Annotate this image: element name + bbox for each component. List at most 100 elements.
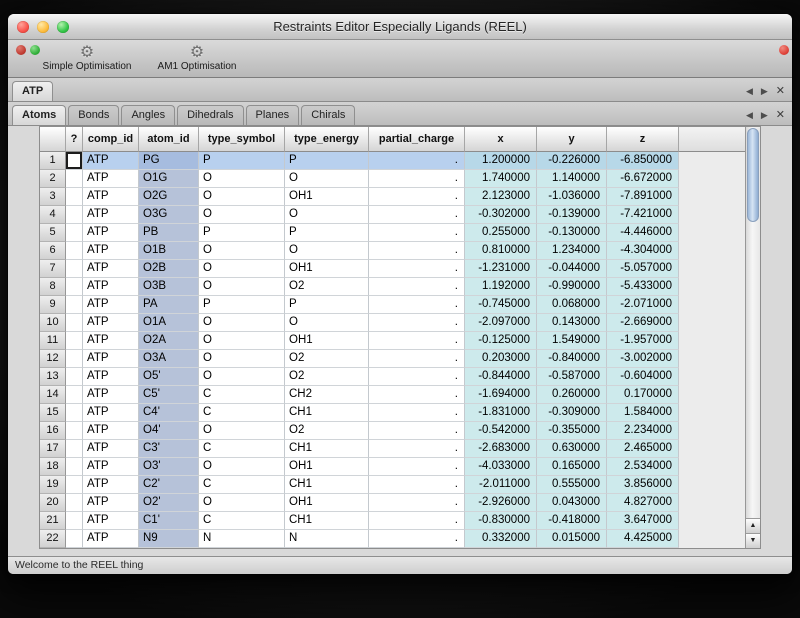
grid-row[interactable]: 5 ATP PB P P . 0.255000 -0.130000 -4.446… — [40, 224, 745, 242]
cell-flag[interactable] — [66, 278, 83, 296]
cell-comp-id[interactable]: ATP — [83, 386, 139, 404]
cell-type-symbol[interactable]: O — [199, 242, 285, 260]
cell-partial-charge[interactable]: . — [369, 404, 465, 422]
cell-comp-id[interactable]: ATP — [83, 530, 139, 548]
cell-flag[interactable] — [66, 476, 83, 494]
cell-x[interactable]: -4.033000 — [465, 458, 537, 476]
cell-type-energy[interactable]: OH1 — [285, 494, 369, 512]
cell-atom-id[interactable]: O4' — [139, 422, 199, 440]
cell-z[interactable]: -0.604000 — [607, 368, 679, 386]
row-number[interactable]: 19 — [40, 476, 66, 494]
grid-row[interactable]: 17 ATP C3' C CH1 . -2.683000 0.630000 2.… — [40, 440, 745, 458]
cell-z[interactable]: -4.446000 — [607, 224, 679, 242]
cell-type-symbol[interactable]: O — [199, 278, 285, 296]
row-number[interactable]: 16 — [40, 422, 66, 440]
cell-x[interactable]: -1.694000 — [465, 386, 537, 404]
cell-partial-charge[interactable]: . — [369, 512, 465, 530]
cell-type-symbol[interactable]: N — [199, 530, 285, 548]
cell-x[interactable]: -2.683000 — [465, 440, 537, 458]
grid-row[interactable]: 20 ATP O2' O OH1 . -2.926000 0.043000 4.… — [40, 494, 745, 512]
tab-bonds[interactable]: Bonds — [68, 105, 119, 125]
cell-flag[interactable] — [66, 314, 83, 332]
tab-scroll-left-icon[interactable]: ◀ — [746, 111, 753, 120]
cell-type-symbol[interactable]: O — [199, 368, 285, 386]
grid-row[interactable]: 9 ATP PA P P . -0.745000 0.068000 -2.071… — [40, 296, 745, 314]
cell-comp-id[interactable]: ATP — [83, 188, 139, 206]
cell-flag[interactable] — [66, 242, 83, 260]
cell-atom-id[interactable]: O5' — [139, 368, 199, 386]
cell-type-energy[interactable]: CH1 — [285, 512, 369, 530]
cell-type-symbol[interactable]: O — [199, 260, 285, 278]
cell-type-symbol[interactable]: O — [199, 314, 285, 332]
cell-atom-id[interactable]: C4' — [139, 404, 199, 422]
cell-type-energy[interactable]: O2 — [285, 350, 369, 368]
cell-flag[interactable] — [66, 386, 83, 404]
cell-flag[interactable] — [66, 440, 83, 458]
tab-angles[interactable]: Angles — [121, 105, 175, 125]
row-number[interactable]: 8 — [40, 278, 66, 296]
cell-type-energy[interactable]: O — [285, 170, 369, 188]
cell-flag[interactable] — [66, 188, 83, 206]
cell-type-energy[interactable]: O2 — [285, 278, 369, 296]
cell-z[interactable]: -4.304000 — [607, 242, 679, 260]
cell-type-energy[interactable]: O — [285, 206, 369, 224]
cell-y[interactable]: -0.355000 — [537, 422, 607, 440]
cell-atom-id[interactable]: C2' — [139, 476, 199, 494]
cell-flag[interactable] — [66, 458, 83, 476]
column-header-flag[interactable]: ? — [66, 127, 83, 152]
row-number[interactable]: 5 — [40, 224, 66, 242]
cell-type-symbol[interactable]: O — [199, 188, 285, 206]
cell-y[interactable]: -0.226000 — [537, 152, 607, 170]
grid-row[interactable]: 16 ATP O4' O O2 . -0.542000 -0.355000 2.… — [40, 422, 745, 440]
cell-z[interactable]: 0.170000 — [607, 386, 679, 404]
minimize-button[interactable] — [37, 21, 49, 33]
cell-comp-id[interactable]: ATP — [83, 440, 139, 458]
cell-comp-id[interactable]: ATP — [83, 206, 139, 224]
cell-x[interactable]: 0.255000 — [465, 224, 537, 242]
row-number[interactable]: 4 — [40, 206, 66, 224]
column-header-partial-charge[interactable]: partial_charge — [369, 127, 465, 152]
column-header-y[interactable]: y — [537, 127, 607, 152]
cell-z[interactable]: 3.856000 — [607, 476, 679, 494]
cell-y[interactable]: -0.840000 — [537, 350, 607, 368]
grid-row[interactable]: 11 ATP O2A O OH1 . -0.125000 1.549000 -1… — [40, 332, 745, 350]
cell-type-energy[interactable]: CH1 — [285, 476, 369, 494]
cell-z[interactable]: 3.647000 — [607, 512, 679, 530]
cell-atom-id[interactable]: O1B — [139, 242, 199, 260]
grid-row[interactable]: 13 ATP O5' O O2 . -0.844000 -0.587000 -0… — [40, 368, 745, 386]
cell-flag[interactable] — [66, 170, 83, 188]
cell-y[interactable]: 1.549000 — [537, 332, 607, 350]
cell-atom-id[interactable]: O1A — [139, 314, 199, 332]
am1-optimisation-button[interactable]: ⚙ AM1 Optimisation — [152, 45, 242, 72]
cell-x[interactable]: -2.926000 — [465, 494, 537, 512]
row-number[interactable]: 3 — [40, 188, 66, 206]
cell-comp-id[interactable]: ATP — [83, 170, 139, 188]
close-button[interactable] — [17, 21, 29, 33]
row-number[interactable]: 13 — [40, 368, 66, 386]
cell-x[interactable]: -2.097000 — [465, 314, 537, 332]
cell-x[interactable]: 0.332000 — [465, 530, 537, 548]
cell-comp-id[interactable]: ATP — [83, 404, 139, 422]
grid-row[interactable]: 18 ATP O3' O OH1 . -4.033000 0.165000 2.… — [40, 458, 745, 476]
row-number[interactable]: 6 — [40, 242, 66, 260]
cell-comp-id[interactable]: ATP — [83, 476, 139, 494]
cell-type-symbol[interactable]: O — [199, 494, 285, 512]
cell-type-energy[interactable]: OH1 — [285, 188, 369, 206]
cell-partial-charge[interactable]: . — [369, 350, 465, 368]
cell-partial-charge[interactable]: . — [369, 296, 465, 314]
cell-comp-id[interactable]: ATP — [83, 242, 139, 260]
cell-type-energy[interactable]: O2 — [285, 368, 369, 386]
cell-y[interactable]: 0.260000 — [537, 386, 607, 404]
corner-header[interactable] — [40, 127, 66, 152]
cell-comp-id[interactable]: ATP — [83, 152, 139, 170]
row-number[interactable]: 2 — [40, 170, 66, 188]
grid-row[interactable]: 6 ATP O1B O O . 0.810000 1.234000 -4.304… — [40, 242, 745, 260]
cell-comp-id[interactable]: ATP — [83, 512, 139, 530]
cell-x[interactable]: -2.011000 — [465, 476, 537, 494]
cell-flag[interactable] — [66, 224, 83, 242]
cell-flag[interactable] — [66, 332, 83, 350]
cell-type-symbol[interactable]: O — [199, 170, 285, 188]
cell-partial-charge[interactable]: . — [369, 188, 465, 206]
row-number[interactable]: 14 — [40, 386, 66, 404]
cell-z[interactable]: 2.534000 — [607, 458, 679, 476]
